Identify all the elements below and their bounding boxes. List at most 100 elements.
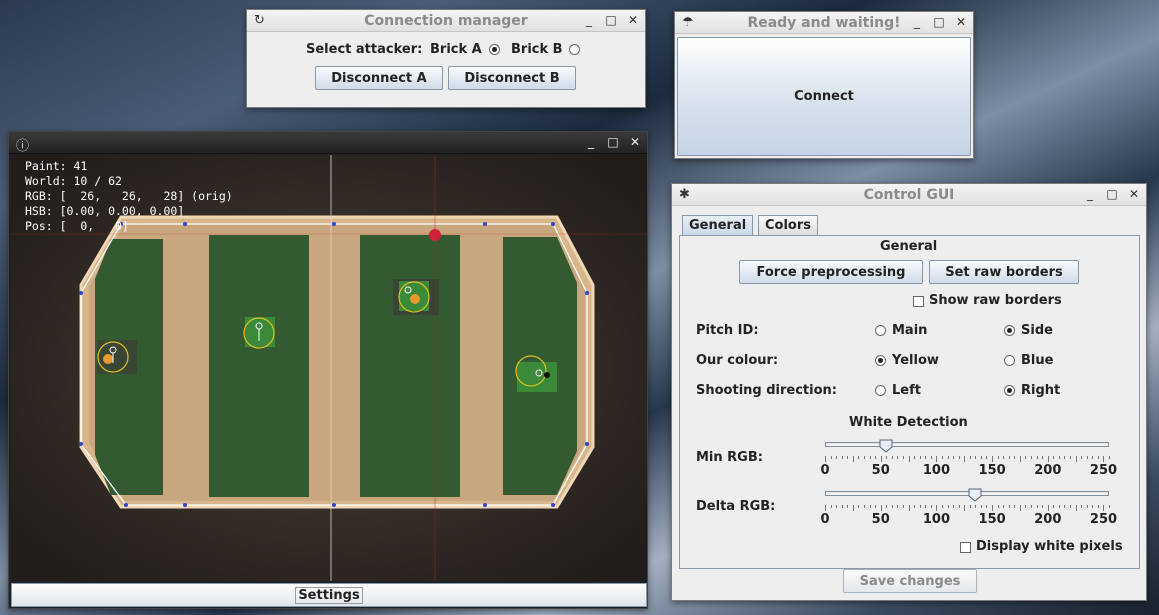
slider-tick xyxy=(1014,456,1016,459)
brick-b-radio[interactable] xyxy=(569,44,580,55)
slider-tick xyxy=(930,505,932,508)
slider-tick xyxy=(914,505,916,508)
slider-tick xyxy=(875,505,877,508)
shoot-right-label: Right xyxy=(1021,383,1061,398)
slider-tick xyxy=(1075,456,1077,462)
connection-manager-titlebar[interactable]: ↻ Connection manager _ □ ✕ xyxy=(247,10,645,32)
slider-tick xyxy=(936,456,938,462)
slider-tick xyxy=(891,456,893,459)
slider-tick xyxy=(1019,505,1021,511)
maximize-icon[interactable]: □ xyxy=(605,13,617,27)
slider-tick xyxy=(886,456,888,459)
tab-colors[interactable]: Colors xyxy=(758,215,819,235)
slider-tick xyxy=(986,456,988,459)
colour-blue-radio[interactable] xyxy=(1004,355,1015,366)
slider-tick xyxy=(1047,456,1049,462)
slider-tick-label: 150 xyxy=(978,512,1006,527)
slider-tick xyxy=(969,456,971,459)
slider-tick xyxy=(830,505,832,508)
slider-tick xyxy=(858,456,860,459)
shoot-right-radio[interactable] xyxy=(1004,385,1015,396)
camera-feed[interactable]: Paint: 41 World: 10 / 62 RGB: [ 26, 26, 28… xyxy=(11,155,647,581)
minimize-icon[interactable]: _ xyxy=(585,135,597,149)
slider-tick xyxy=(1092,505,1094,508)
min-rgb-label: Min RGB: xyxy=(696,450,763,465)
brick-a-radio[interactable] xyxy=(489,44,500,55)
close-icon[interactable]: ✕ xyxy=(1128,187,1140,201)
slider-tick xyxy=(897,456,899,459)
slider-tick-label: 250 xyxy=(1089,512,1118,527)
slider-tick-label: 250 xyxy=(1089,463,1118,478)
slider-tick xyxy=(902,505,904,508)
pitch-side-radio[interactable] xyxy=(1004,325,1015,336)
connection-manager-window: ↻ Connection manager _ □ ✕ Select attack… xyxy=(246,9,646,108)
slider-tick xyxy=(886,505,888,508)
robot-2 xyxy=(243,317,275,349)
set-raw-borders-button[interactable]: Set raw borders xyxy=(929,260,1079,284)
connect-button[interactable]: Connect xyxy=(677,37,971,156)
overlay-rgb: RGB: [ 26, 26, 28] (orig) xyxy=(25,189,233,203)
slider-tick xyxy=(869,505,871,508)
delta-rgb-slider[interactable]: 0 50 100 150 200 250 xyxy=(821,488,1117,534)
display-white-pixels-checkbox[interactable] xyxy=(960,542,971,553)
minimize-icon[interactable]: _ xyxy=(583,13,595,27)
slider-tick xyxy=(836,505,838,508)
slider-tick xyxy=(1064,505,1066,508)
maximize-icon[interactable]: □ xyxy=(1106,187,1118,201)
slider-tick xyxy=(825,456,826,462)
slider-ticks xyxy=(825,456,1110,462)
info-icon: ⓘ xyxy=(16,139,30,154)
maximize-icon[interactable]: □ xyxy=(933,15,945,29)
slider-tick xyxy=(1031,505,1033,508)
slider-tick xyxy=(925,505,927,508)
slider-tick xyxy=(1092,456,1094,459)
disconnect-a-button[interactable]: Disconnect A xyxy=(315,66,443,90)
slider-thumb[interactable] xyxy=(879,439,893,453)
maximize-icon[interactable]: □ xyxy=(607,135,619,149)
slider-tick xyxy=(880,505,882,511)
slider-tick xyxy=(1014,505,1016,508)
debug-overlay: Paint: 41 World: 10 / 62 RGB: [ 26, 26, 28… xyxy=(25,159,233,234)
slider-tick xyxy=(863,456,865,459)
slider-tick xyxy=(964,456,966,462)
pitch-main-radio[interactable] xyxy=(875,325,886,336)
control-gui-titlebar[interactable]: ✱ Control GUI _ □ ✕ xyxy=(672,184,1146,206)
slider-tick xyxy=(947,456,949,459)
slider-tick xyxy=(1109,505,1110,508)
shoot-left-radio[interactable] xyxy=(875,385,886,396)
camera-titlebar[interactable]: ⓘ _ □ ✕ xyxy=(9,132,647,154)
close-icon[interactable]: ✕ xyxy=(629,135,641,149)
overlay-paint: Paint: 41 xyxy=(25,159,88,173)
show-raw-borders-checkbox[interactable] xyxy=(913,296,924,307)
force-preprocessing-button[interactable]: Force preprocessing xyxy=(739,260,923,284)
tab-general[interactable]: General xyxy=(682,215,754,235)
save-changes-button[interactable]: Save changes xyxy=(843,569,977,593)
close-icon[interactable]: ✕ xyxy=(627,13,639,27)
slider-tick xyxy=(1008,505,1010,508)
settings-button[interactable]: Settings xyxy=(11,583,647,607)
slider-tick-label: 150 xyxy=(978,463,1006,478)
min-rgb-slider[interactable]: 0 50 100 150 200 250 xyxy=(821,439,1117,485)
minimize-icon[interactable]: _ xyxy=(1084,187,1096,201)
slider-tick xyxy=(1053,505,1055,508)
slider-tick xyxy=(880,456,882,462)
slider-thumb[interactable] xyxy=(968,488,982,502)
close-icon[interactable]: ✕ xyxy=(955,15,967,29)
slider-tick xyxy=(919,456,921,459)
control-gui-window: ✱ Control GUI _ □ ✕ General Colors Gener… xyxy=(671,183,1147,601)
settings-label: Settings xyxy=(295,586,363,604)
slider-ticks xyxy=(825,505,1110,511)
disconnect-b-button[interactable]: Disconnect B xyxy=(448,66,576,90)
delta-rgb-label: Delta RGB: xyxy=(696,499,776,514)
slider-tick xyxy=(1103,456,1105,462)
slider-tick xyxy=(1008,456,1010,459)
slider-tick xyxy=(975,456,977,459)
colour-yellow-radio[interactable] xyxy=(875,355,886,366)
slider-tick xyxy=(863,505,865,508)
slider-tick xyxy=(902,456,904,459)
minimize-icon[interactable]: _ xyxy=(911,15,923,29)
ready-titlebar[interactable]: ☂ Ready and waiting! _ □ ✕ xyxy=(675,12,973,34)
slider-tick xyxy=(1036,456,1038,459)
slider-tick xyxy=(1109,456,1110,459)
slider-tick xyxy=(841,456,843,459)
